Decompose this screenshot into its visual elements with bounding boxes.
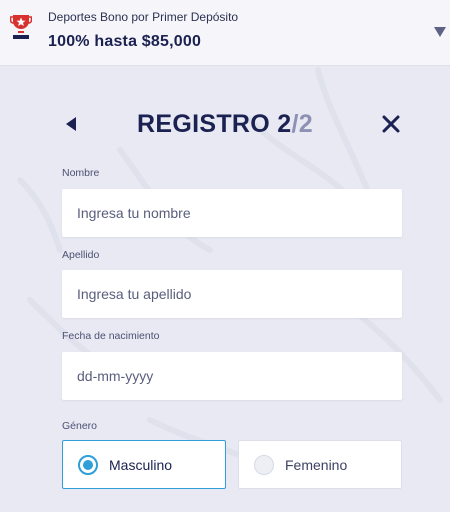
nombre-input[interactable] <box>62 189 402 237</box>
gender-option-label: Femenino <box>285 457 348 473</box>
title-separator: / <box>291 110 299 138</box>
title-total: 2 <box>298 110 313 138</box>
apellido-input[interactable] <box>62 270 402 318</box>
genero-label: Género <box>62 420 98 432</box>
gender-option-masculino[interactable]: Masculino <box>62 440 226 489</box>
title-step: REGISTRO 2 <box>137 110 292 138</box>
fecha-label: Fecha de nacimiento <box>62 330 160 342</box>
promo-banner[interactable]: Deportes Bono por Primer Depósito 100% h… <box>0 0 450 66</box>
promo-title: 100% hasta $85,000 <box>48 33 202 50</box>
trophy-star-icon <box>10 15 32 39</box>
radio-selected-icon <box>78 455 98 475</box>
birthdate-input[interactable] <box>62 352 402 400</box>
promo-subtitle: Deportes Bono por Primer Depósito <box>48 10 239 24</box>
chevron-down-icon[interactable] <box>434 27 446 37</box>
nombre-label: Nombre <box>62 167 100 179</box>
close-icon[interactable] <box>381 114 401 134</box>
gender-option-label: Masculino <box>109 457 173 473</box>
radio-unselected-icon <box>254 455 274 475</box>
apellido-label: Apellido <box>62 249 100 261</box>
gender-option-femenino[interactable]: Femenino <box>238 440 402 489</box>
